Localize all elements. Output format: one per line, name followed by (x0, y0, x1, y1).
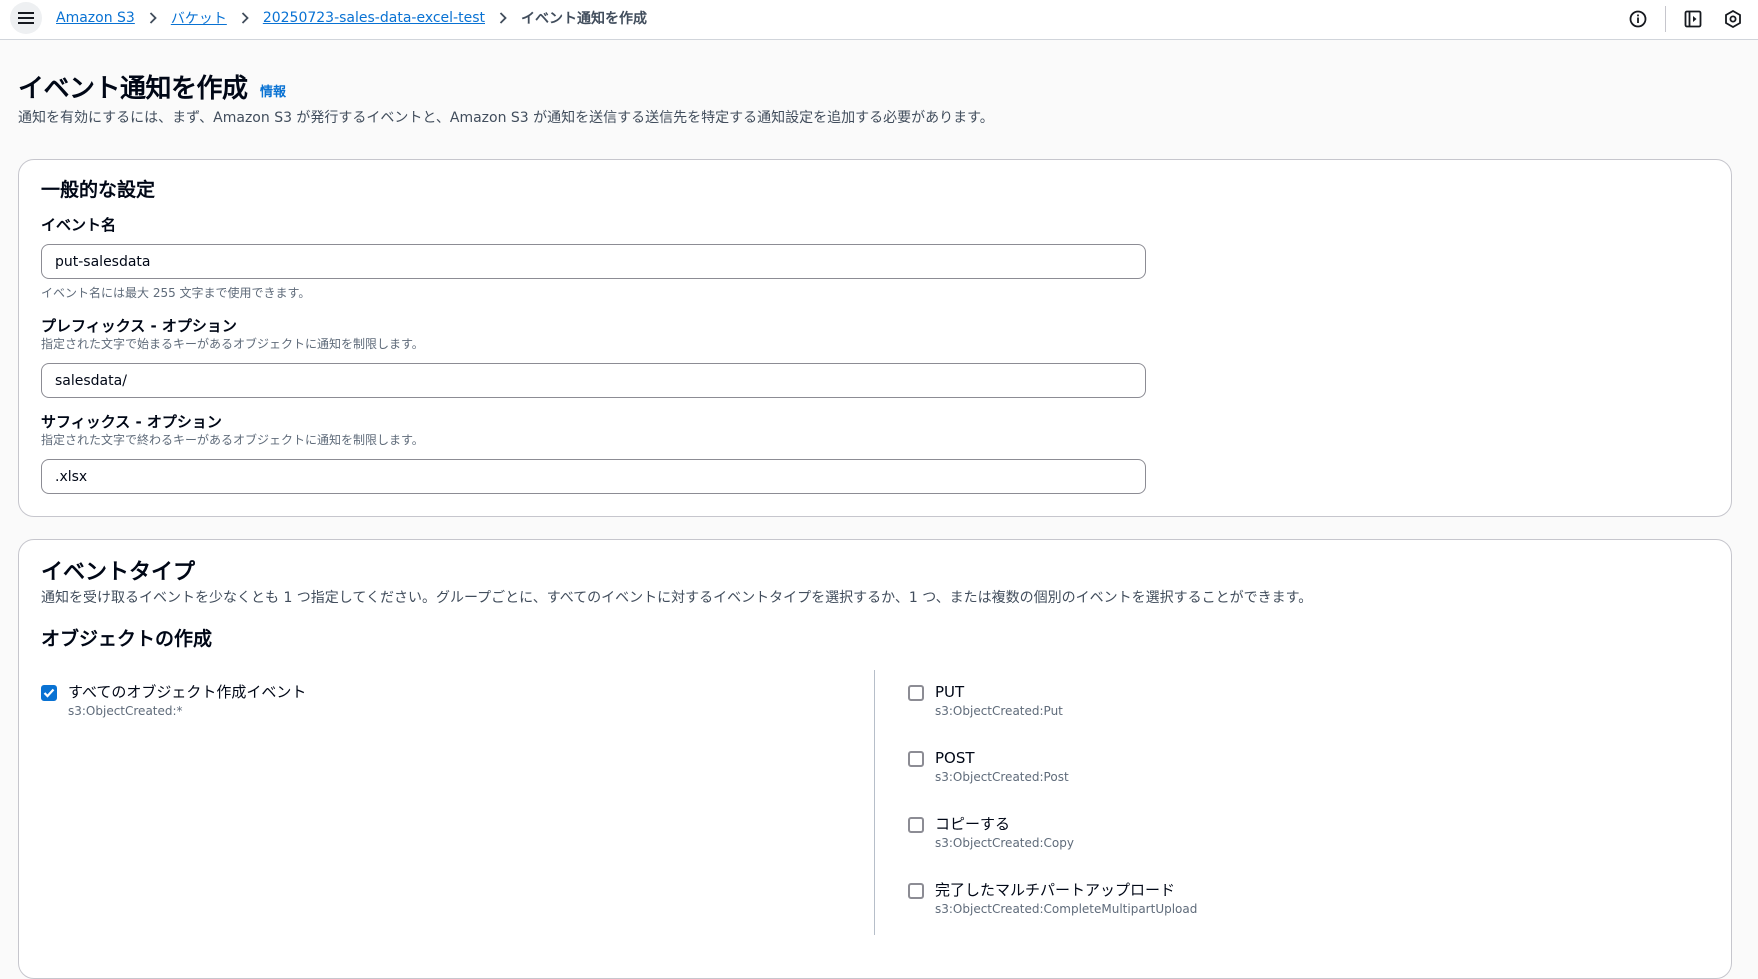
event-types-description: 通知を受け取るイベントを少なくとも 1 つ指定してください。グループごとに、すべ… (41, 590, 1313, 606)
general-settings-container: 一般的な設定 イベント名 イベント名には最大 255 文字まで使用できます。 プ… (18, 159, 1732, 517)
chevron-right-icon (499, 12, 507, 24)
put-event-checkbox[interactable] (908, 685, 924, 701)
complete-multipart-upload-event-checkbox[interactable] (908, 883, 924, 899)
event-name-help: イベント名には最大 255 文字まで使用できます。 (41, 286, 311, 300)
checkbox-label: PUT (935, 683, 965, 701)
breadcrumb-link-buckets[interactable]: バケット (171, 8, 227, 28)
post-event-option[interactable]: POST s3:ObjectCreated:Post (908, 748, 1069, 785)
prefix-help: 指定された文字で始まるキーがあるオブジェクトに通知を制限します。 (41, 337, 424, 351)
complete-multipart-upload-event-option[interactable]: 完了したマルチパートアップロード s3:ObjectCreated:Comple… (908, 880, 1197, 917)
suffix-input[interactable] (41, 459, 1146, 494)
breadcrumb: Amazon S3 バケット 20250723-sales-data-excel… (56, 8, 647, 28)
settings-panel-button[interactable] (1720, 6, 1746, 32)
checkbox-description: s3:ObjectCreated:Copy (935, 836, 1074, 850)
all-object-create-events-checkbox[interactable] (41, 685, 57, 701)
checkbox-label: POST (935, 749, 975, 767)
checkbox-description: s3:ObjectCreated:CompleteMultipartUpload (935, 902, 1198, 916)
breadcrumb-link-amazon-s3[interactable]: Amazon S3 (56, 10, 135, 26)
general-settings-title: 一般的な設定 (41, 179, 156, 201)
info-link[interactable]: 情報 (260, 81, 286, 100)
page-description: 通知を有効にするには、まず、Amazon S3 が発行するイベントと、Amazo… (18, 110, 994, 126)
checkbox-label: 完了したマルチパートアップロード (935, 881, 1176, 899)
checkbox-label: コピーする (935, 815, 1011, 833)
page-title: イベント通知を作成 (18, 74, 248, 104)
top-navigation-bar: Amazon S3 バケット 20250723-sales-data-excel… (0, 0, 1758, 40)
chevron-right-icon (149, 12, 157, 24)
column-divider (874, 670, 875, 935)
info-icon (1629, 10, 1647, 28)
suffix-label: サフィックス - オプション (41, 413, 222, 431)
hamburger-menu-button[interactable] (10, 2, 42, 34)
info-panel-button[interactable] (1625, 6, 1651, 32)
hamburger-icon (18, 12, 34, 24)
all-object-create-events-option[interactable]: すべてのオブジェクト作成イベント s3:ObjectCreated:* (41, 682, 306, 719)
event-types-title: イベントタイプ (41, 560, 196, 585)
event-name-label: イベント名 (41, 216, 117, 234)
event-name-input[interactable] (41, 244, 1146, 279)
prefix-label: プレフィックス - オプション (41, 317, 237, 335)
breadcrumb-current: イベント通知を作成 (521, 11, 647, 27)
prefix-input[interactable] (41, 363, 1146, 398)
copy-event-option[interactable]: コピーする s3:ObjectCreated:Copy (908, 814, 1074, 851)
put-event-option[interactable]: PUT s3:ObjectCreated:Put (908, 682, 1063, 719)
object-creation-group-title: オブジェクトの作成 (41, 628, 213, 650)
tutorial-panel-icon (1684, 10, 1702, 28)
copy-event-checkbox[interactable] (908, 817, 924, 833)
post-event-checkbox[interactable] (908, 751, 924, 767)
chevron-right-icon (241, 12, 249, 24)
checkbox-description: s3:ObjectCreated:Put (935, 704, 1063, 718)
suffix-help: 指定された文字で終わるキーがあるオブジェクトに通知を制限します。 (41, 433, 424, 447)
checkbox-description: s3:ObjectCreated:Post (935, 770, 1069, 784)
checkmark-icon (43, 688, 55, 698)
checkbox-description: s3:ObjectCreated:* (68, 704, 183, 718)
tutorial-panel-button[interactable] (1680, 6, 1706, 32)
top-right-tools (1611, 6, 1746, 32)
event-types-container: イベントタイプ 通知を受け取るイベントを少なくとも 1 つ指定してください。グル… (18, 539, 1732, 979)
toolbar-divider (1665, 6, 1666, 32)
checkbox-label: すべてのオブジェクト作成イベント (68, 683, 307, 701)
breadcrumb-link-bucket-name[interactable]: 20250723-sales-data-excel-test (263, 10, 485, 26)
gear-icon (1725, 10, 1741, 28)
